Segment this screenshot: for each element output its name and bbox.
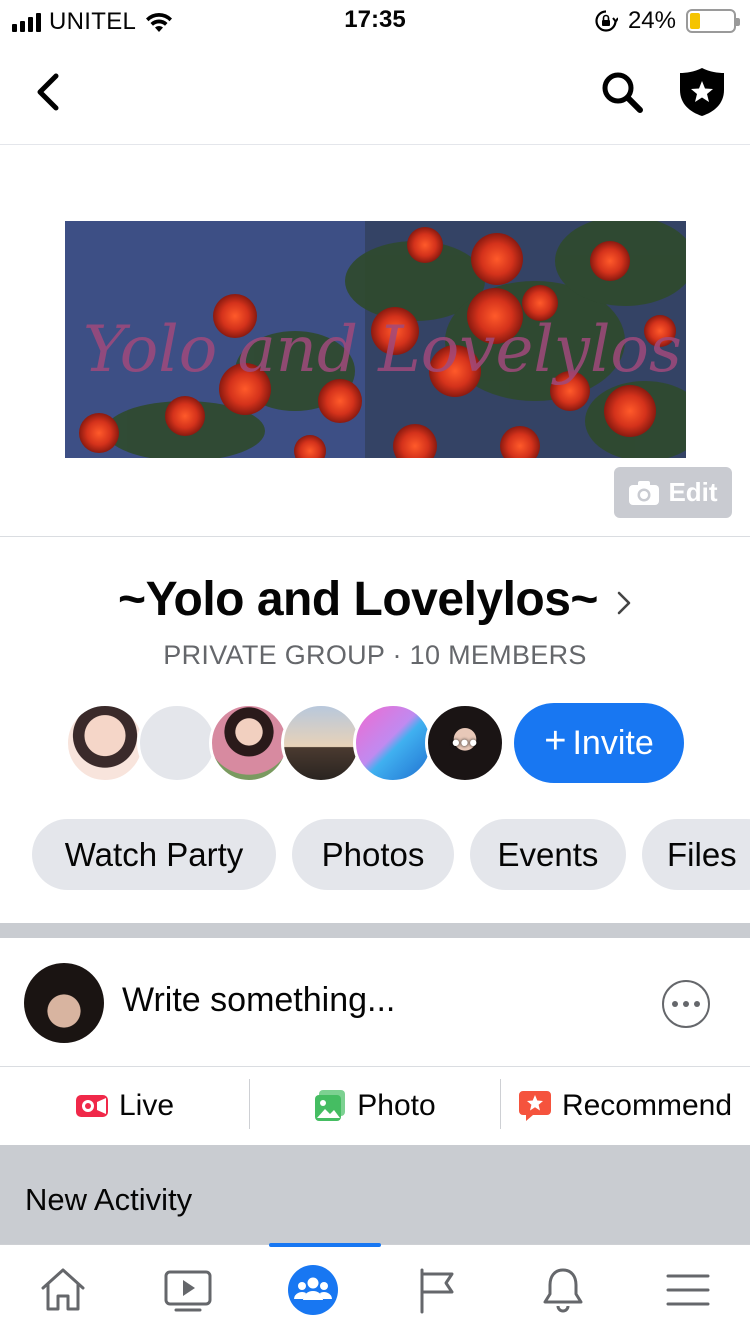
home-icon: [41, 1268, 84, 1310]
back-chevron-icon[interactable]: [30, 70, 70, 114]
post-actions-bar: Live Photo Recommend: [0, 1067, 750, 1145]
chip-watch-party[interactable]: Watch Party: [32, 819, 276, 890]
more-members-dots: •••: [451, 730, 479, 755]
invite-label: Invite: [572, 723, 654, 762]
more-options-icon[interactable]: [662, 980, 710, 1028]
chip-label: Photos: [321, 835, 425, 873]
member-avatar[interactable]: [281, 703, 361, 783]
battery-percent: 24%: [627, 7, 676, 34]
chip-label: Events: [497, 835, 599, 873]
tab-groups[interactable]: [250, 1243, 381, 1334]
orientation-lock-icon: [595, 10, 618, 32]
cover-script-text: Yolo and Lovelylos: [83, 313, 682, 387]
new-activity-header: New Activity: [0, 1145, 750, 1244]
plus-icon: +: [544, 720, 567, 762]
notifications-bell-icon: [543, 1268, 582, 1312]
tab-watch[interactable]: [125, 1245, 250, 1334]
search-icon[interactable]: [598, 68, 646, 116]
group-privacy-members: PRIVATE GROUP · 10 MEMBERS: [163, 640, 587, 670]
edit-cover-label: Edit: [668, 477, 718, 507]
group-title-row[interactable]: ~Yolo and Lovelylos~: [0, 568, 750, 630]
member-avatars-row: ••• + Invite: [65, 703, 705, 783]
edit-cover-button[interactable]: Edit: [614, 467, 732, 518]
chip-photos[interactable]: Photos: [292, 819, 454, 890]
pages-flag-icon: [420, 1268, 453, 1313]
live-label: Live: [118, 1089, 175, 1122]
navigation-bar: [0, 40, 750, 145]
status-right: 24%: [594, 7, 740, 35]
new-activity-label: New Activity: [25, 1182, 193, 1217]
recommend-icon: [518, 1091, 551, 1121]
member-avatar[interactable]: [137, 703, 217, 783]
groups-icon: [287, 1264, 338, 1315]
member-avatar[interactable]: [209, 703, 289, 783]
member-avatar[interactable]: [65, 703, 145, 783]
chip-files[interactable]: Files: [642, 819, 750, 890]
photo-label: Photo: [357, 1089, 436, 1122]
composer-placeholder[interactable]: Write something...: [122, 981, 395, 1020]
chip-events[interactable]: Events: [470, 819, 626, 890]
live-video-icon: [75, 1095, 108, 1117]
battery-icon: [686, 9, 740, 33]
status-bar: UNITEL 17:35 24%: [0, 0, 750, 40]
member-avatar[interactable]: [353, 703, 433, 783]
watch-icon: [164, 1270, 211, 1311]
tab-notifications[interactable]: [500, 1245, 625, 1334]
photo-icon: [315, 1090, 346, 1121]
menu-icon: [666, 1274, 709, 1305]
cover-artwork: Yolo and Lovelylos: [65, 221, 686, 458]
recommend-label: Recommend: [561, 1089, 733, 1122]
invite-button[interactable]: + Invite: [514, 703, 684, 783]
tab-home[interactable]: [0, 1245, 125, 1334]
group-cover-photo[interactable]: Yolo and Lovelylos: [65, 221, 686, 458]
chevron-right-icon: [617, 591, 631, 615]
live-button[interactable]: Live: [0, 1067, 249, 1145]
user-avatar[interactable]: [24, 963, 104, 1043]
battery-level: [690, 13, 701, 29]
chip-label: Files: [667, 835, 737, 873]
section-divider: [0, 923, 750, 938]
tab-pages[interactable]: [375, 1245, 500, 1334]
tab-menu[interactable]: [625, 1245, 750, 1334]
camera-icon: [629, 480, 660, 505]
admin-shield-icon[interactable]: [678, 66, 726, 118]
chip-label: Watch Party: [64, 835, 244, 873]
recommend-button[interactable]: Recommend: [500, 1067, 750, 1145]
post-composer[interactable]: Write something...: [0, 938, 750, 1067]
bottom-tab-bar: [0, 1243, 750, 1334]
group-name: ~Yolo and Lovelylos~: [118, 572, 598, 626]
photo-button[interactable]: Photo: [249, 1067, 500, 1145]
more-members-avatar[interactable]: •••: [425, 703, 505, 783]
cover-area: Yolo and Lovelylos Edit: [0, 146, 750, 537]
